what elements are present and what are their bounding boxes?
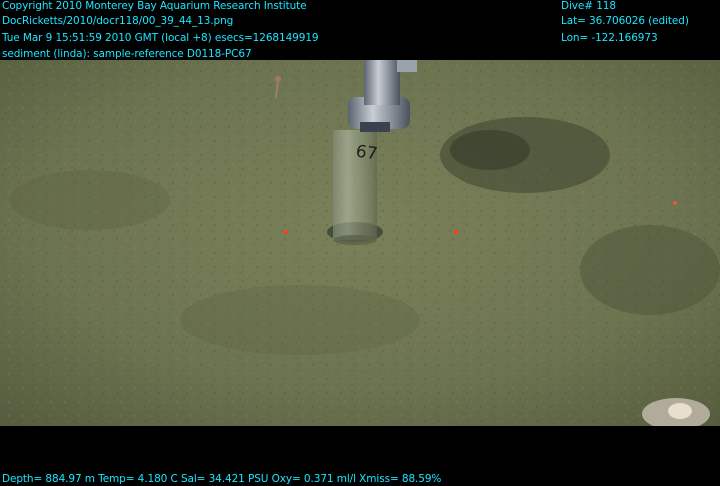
sea-pen-tip	[275, 76, 281, 82]
copyright-text: Copyright 2010 Monterey Bay Aquarium Res…	[2, 0, 307, 12]
red-speck	[673, 201, 677, 205]
longitude-text: Lon= -122.166973	[561, 32, 658, 44]
dark-sediment-patch	[450, 130, 530, 170]
sensor-readout-text: Depth= 884.97 m Temp= 4.180 C Sal= 34.42…	[2, 473, 442, 485]
core-handle	[364, 60, 400, 105]
core-label: 67	[355, 142, 379, 165]
dark-sediment-patch	[180, 285, 420, 355]
timestamp-text: Tue Mar 9 15:51:59 2010 GMT (local +8) e…	[2, 32, 319, 44]
core-band	[360, 122, 390, 132]
seafloor-scene: 67	[0, 60, 720, 426]
latitude-text: Lat= 36.706026 (edited)	[561, 15, 689, 27]
core-handle-grip	[397, 60, 417, 72]
dive-number-text: Dive# 118	[561, 0, 616, 12]
red-speck	[453, 229, 459, 235]
annotation-text: sediment (linda): sample-reference D0118…	[2, 48, 252, 60]
dark-sediment-patch	[10, 170, 170, 230]
red-speck	[283, 229, 289, 235]
file-path-text: DocRicketts/2010/docr118/00_39_44_13.png	[2, 15, 234, 27]
video-frame: 67 Copyright 2010 Monterey Bay Aquarium …	[0, 0, 720, 486]
core-tube-rim	[333, 235, 377, 245]
dark-sediment-patch	[580, 225, 720, 315]
instrument-cap	[668, 403, 692, 419]
